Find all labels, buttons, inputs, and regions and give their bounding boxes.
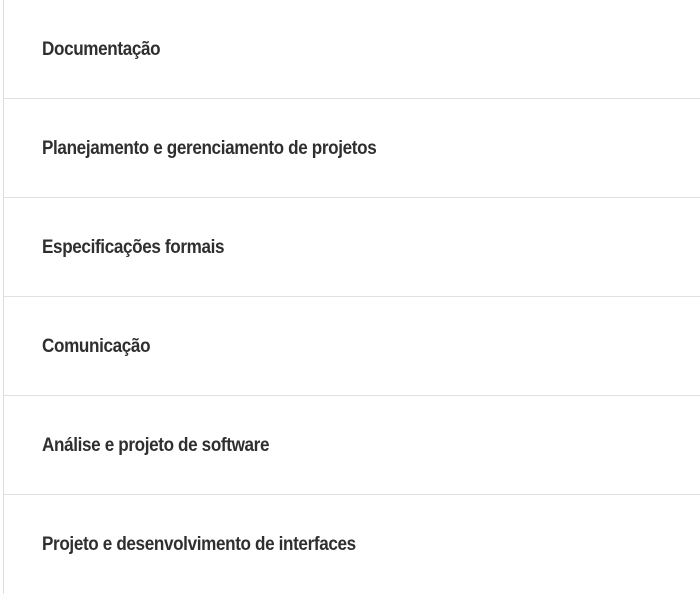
list-item-label: Comunicação	[42, 335, 151, 357]
topic-list: Documentação Planejamento e gerenciament…	[4, 0, 700, 594]
list-item[interactable]: Documentação	[4, 0, 700, 99]
list-item[interactable]: Análise e projeto de software	[4, 396, 700, 495]
list-item[interactable]: Projeto e desenvolvimento de interfaces	[4, 495, 700, 594]
list-item[interactable]: Especificações formais	[4, 198, 700, 297]
list-item[interactable]: Comunicação	[4, 297, 700, 396]
list-item-label: Documentação	[42, 38, 161, 60]
list-item-label: Projeto e desenvolvimento de interfaces	[42, 534, 356, 555]
list-item[interactable]: Planejamento e gerenciamento de projetos	[4, 99, 700, 198]
list-item-label: Análise e projeto de software	[42, 434, 270, 456]
list-item-label: Planejamento e gerenciamento de projetos	[42, 137, 377, 159]
list-item-label: Especificações formais	[42, 236, 225, 258]
